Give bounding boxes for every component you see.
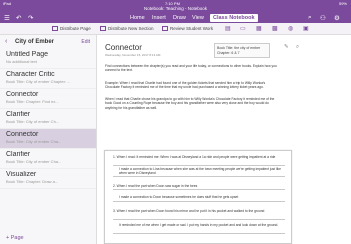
page-list-item[interactable]: Visualizer Book Title: Chapter: Draw a... <box>0 169 96 189</box>
review-student-work-label: Review Student Work <box>170 26 214 31</box>
instructions-text: Find connections between the chapter(s) … <box>105 64 277 73</box>
page-item-title: Connector <box>6 131 39 138</box>
page-icon[interactable]: ▭ <box>240 25 246 32</box>
page-title[interactable]: Connector <box>105 43 142 52</box>
redo-icon[interactable]: ↷ <box>28 14 33 22</box>
page-list-item[interactable]: Clarifier Book Title: City of ember Ch... <box>0 109 96 129</box>
notebook-icon[interactable]: ▤ <box>225 25 231 32</box>
page-list-item[interactable]: Clarifier Book Title: City of ember Cha..… <box>0 149 96 169</box>
page-item-preview: Book Title: City of ember Chapter: ... <box>6 79 71 84</box>
edit-button[interactable]: Edit <box>81 39 90 45</box>
page-item-preview: No additional text <box>6 59 37 64</box>
question-2: 2. When I read the part when Doon saw su… <box>113 184 198 188</box>
section-title: City of Ember <box>15 39 55 45</box>
sidebar-header: ‹ City of Ember Edit <box>0 35 96 49</box>
answer-line <box>113 176 285 177</box>
distribute-page-button[interactable]: Distribute Page <box>52 26 91 31</box>
page-item-preview: Book Title: City of ember Cha... <box>6 159 62 164</box>
answer-line <box>113 189 285 190</box>
distribute-section-button[interactable]: Distribute New Section <box>100 26 154 31</box>
distribute-page-label: Distribute Page <box>60 26 91 31</box>
answer-3: It reminded me of me when I get made or … <box>119 223 279 227</box>
settings-icon[interactable]: ⚙ <box>334 14 340 22</box>
distribute-page-icon <box>52 26 58 31</box>
page-date: Wednesday, November 15, 2017 8:13 AM <box>105 53 161 57</box>
page-list-item[interactable]: Untitled Page No additional text <box>0 49 96 69</box>
page-item-preview: Book Title: Chapter: Find ex... <box>6 99 59 104</box>
answer-1: I made a connection to Lina because when… <box>119 167 281 176</box>
book-note-box[interactable]: Book Title: the city of ember Chapter: 6… <box>214 43 270 58</box>
page-item-title: Visualizer <box>6 171 37 178</box>
distribute-section-icon <box>100 26 106 31</box>
example-text-2: When I read that Charlie chose his grand… <box>105 97 275 110</box>
undo-icon[interactable]: ↶ <box>16 14 21 22</box>
page-item-title: Character Critic <box>6 71 55 78</box>
add-page-button[interactable]: + Page <box>6 235 24 241</box>
page-list-item[interactable]: Character Critic Book Title: City of embe… <box>0 69 96 89</box>
page-canvas[interactable]: Connector Wednesday, November 15, 2017 8… <box>98 35 351 244</box>
tab-draw[interactable]: Draw <box>173 15 186 21</box>
search-icon[interactable]: ⌕ <box>308 14 312 22</box>
nav-bar: ☰ ↶ ↷ Home Insert Draw View Class Notebo… <box>0 13 351 23</box>
page-item-preview: Book Title: City of ember Cha... <box>6 139 62 144</box>
question-3: 3. When I read the part when Doon found … <box>113 209 265 213</box>
page-item-preview: Book Title: Chapter: Draw a... <box>6 179 59 184</box>
share-icon[interactable]: ⚇ <box>320 14 326 22</box>
example-text: Example: When I read that Charlie had fo… <box>105 81 266 90</box>
page-list-sidebar: ‹ City of Ember Edit Untitled Page No add… <box>0 35 97 244</box>
page-item-preview: Book Title: City of ember Ch... <box>6 119 60 124</box>
document-icon[interactable]: ▦ <box>256 25 262 32</box>
sidebar-toggle-icon[interactable]: ☰ <box>4 14 10 22</box>
window-title: Notebook: Teaching - Notebook <box>144 6 207 11</box>
page-item-title: Clarifier <box>6 151 31 158</box>
tab-insert[interactable]: Insert <box>152 15 166 21</box>
page-list-item[interactable]: Connector Book Title: Chapter: Find ex... <box>0 89 96 109</box>
comment-icon[interactable]: ⌕ <box>296 44 299 51</box>
back-icon[interactable]: ‹ <box>5 38 7 45</box>
page-item-title: Clarifier <box>6 111 31 118</box>
review-student-work-icon <box>162 26 168 31</box>
page-item-title: Untitled Page <box>6 51 49 58</box>
page-item-title: Connector <box>6 91 39 98</box>
distribute-section-label: Distribute New Section <box>108 26 154 31</box>
world-icon[interactable]: ◍ <box>288 25 293 32</box>
tab-view[interactable]: View <box>192 15 204 21</box>
answer-line <box>113 201 285 202</box>
answer-2: I made a connection to Doon because some… <box>119 195 239 199</box>
ribbon-toolbar: Distribute Page Distribute New Section R… <box>0 23 351 35</box>
chapter-line: Chapter: 6 & 7 <box>217 50 240 55</box>
book-title-line: Book Title: the city of ember <box>217 46 261 50</box>
ink-icon[interactable]: ✎ <box>284 44 289 50</box>
answer-line <box>113 219 285 220</box>
review-student-work-button[interactable]: Review Student Work <box>162 26 213 31</box>
answer-line <box>113 165 285 166</box>
tab-class-notebook[interactable]: Class Notebook <box>210 14 258 22</box>
grid-icon[interactable]: ▩ <box>272 25 278 32</box>
window-title-bar: Notebook: Teaching - Notebook <box>0 6 351 13</box>
answer-line <box>113 233 285 234</box>
tab-home[interactable]: Home <box>130 15 145 21</box>
student-worksheet[interactable]: 1. When I read: It reminded me: When I w… <box>104 150 292 244</box>
page-list-item[interactable]: Connector Book Title: City of ember Cha..… <box>0 129 96 149</box>
page-list: Untitled Page No additional text Character… <box>0 49 96 189</box>
question-1: 1. When I read: It reminded me: When I w… <box>113 155 276 159</box>
addin-icon[interactable]: ▣ <box>303 25 309 32</box>
